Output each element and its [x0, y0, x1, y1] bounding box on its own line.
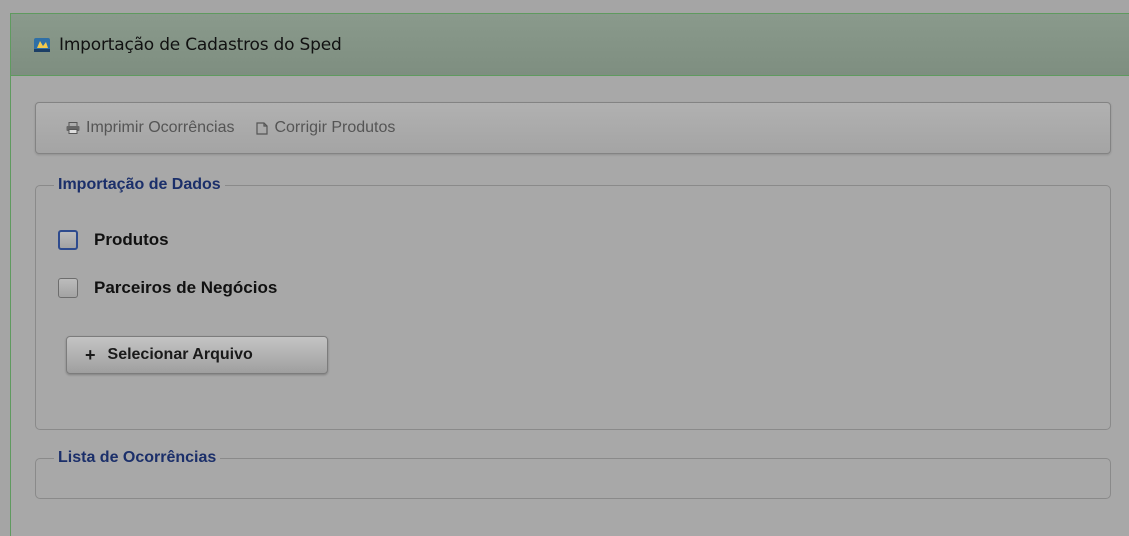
business-partners-option[interactable]: Parceiros de Negócios	[58, 278, 277, 298]
import-data-legend: Importação de Dados	[54, 174, 225, 196]
window-header: Importação de Cadastros do Sped	[11, 14, 1129, 76]
import-data-fieldset: Importação de Dados Produtos Parceiros d…	[35, 174, 1111, 430]
document-icon	[256, 121, 269, 135]
window-title: Importação de Cadastros do Sped	[59, 34, 342, 55]
sped-app-icon	[33, 37, 51, 53]
import-window: Importação de Cadastros do Sped Imprimir…	[10, 13, 1129, 536]
select-file-button[interactable]: + Selecionar Arquivo	[66, 336, 328, 374]
fix-products-label: Corrigir Produtos	[274, 119, 396, 136]
select-file-label: Selecionar Arquivo	[107, 346, 253, 363]
toolbar: Imprimir Ocorrências Corrigir Produtos	[35, 102, 1111, 154]
plus-icon: +	[85, 344, 96, 365]
occurrences-legend: Lista de Ocorrências	[54, 447, 221, 469]
fix-products-button[interactable]: Corrigir Produtos	[256, 119, 395, 137]
printer-icon	[66, 122, 80, 134]
products-option[interactable]: Produtos	[58, 230, 169, 250]
products-checkbox[interactable]	[58, 230, 78, 250]
print-occurrences-button[interactable]: Imprimir Ocorrências	[66, 119, 234, 137]
business-partners-checkbox[interactable]	[58, 278, 78, 298]
occurrences-fieldset: Lista de Ocorrências	[35, 447, 1111, 499]
business-partners-label: Parceiros de Negócios	[94, 278, 278, 297]
products-label: Produtos	[94, 230, 169, 249]
print-occurrences-label: Imprimir Ocorrências	[86, 119, 235, 136]
